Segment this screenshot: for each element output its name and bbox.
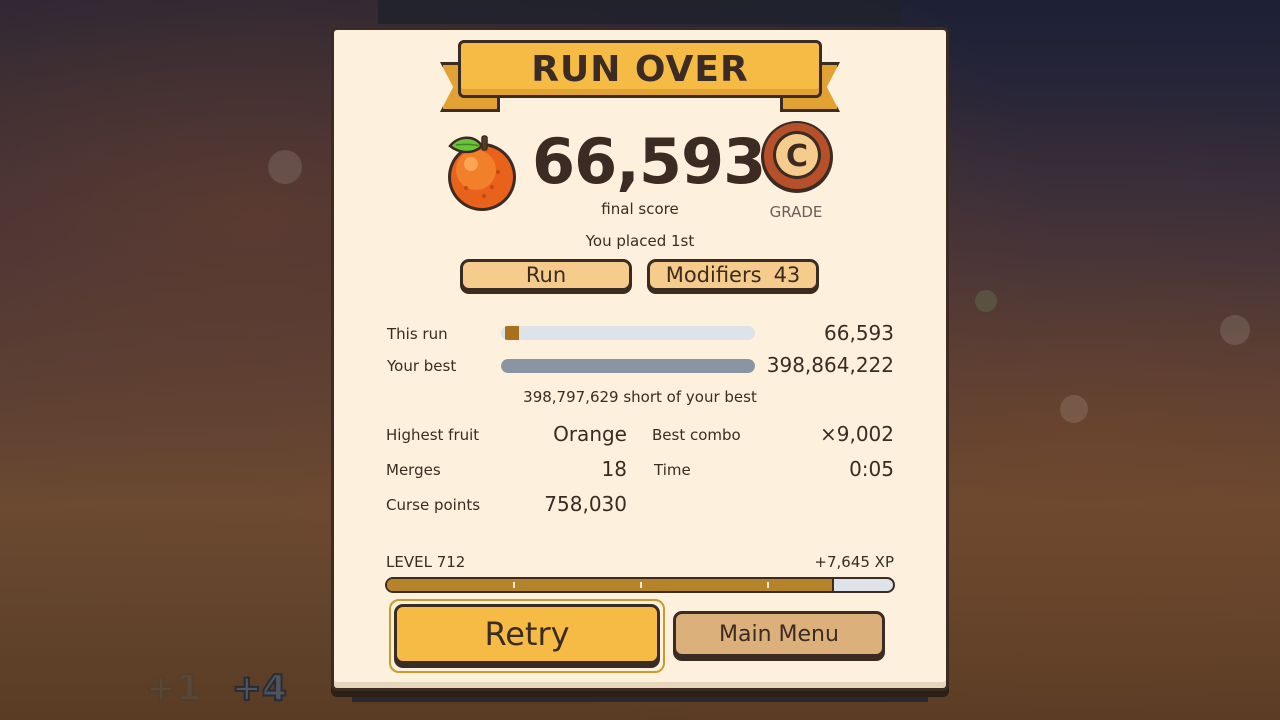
floating-number: +1 — [145, 667, 202, 710]
background-game-frame-bottom — [352, 690, 928, 702]
highest-fruit-label: Highest fruit — [386, 426, 480, 444]
best-combo-value: ×9,002 — [819, 422, 894, 446]
this-run-value: 66,593 — [824, 321, 894, 345]
your-best-value: 398,864,222 — [766, 353, 894, 377]
short-of-best-text: 398,797,629 short of your best — [523, 388, 757, 406]
page-title: RUN OVER — [531, 48, 749, 90]
background-game-frame-top — [378, 0, 902, 24]
orange-icon — [448, 135, 516, 211]
final-score-label: final score — [601, 200, 679, 218]
background-sparkle — [975, 290, 997, 312]
curse-points-value: 758,030 — [544, 492, 627, 516]
floating-score-popups: +1 +4 — [145, 667, 288, 710]
retry-button[interactable]: Retry — [394, 604, 660, 664]
title-ribbon: RUN OVER — [440, 40, 840, 116]
level-label: LEVEL 712 — [386, 553, 466, 571]
this-run-bar-fill — [505, 326, 519, 340]
background-sparkle — [1060, 395, 1088, 423]
placement-text: You placed 1st — [585, 232, 695, 250]
grade-letter: C — [786, 139, 808, 174]
xp-gain-label: +7,645 XP — [814, 553, 894, 571]
curse-points-label: Curse points — [386, 496, 481, 514]
xp-tick — [767, 582, 769, 588]
your-best-label: Your best — [387, 357, 457, 375]
tab-run-label: Run — [525, 263, 567, 287]
ribbon-banner: RUN OVER — [458, 40, 822, 98]
tab-run[interactable]: Run — [460, 259, 632, 291]
background-sparkle — [1220, 315, 1250, 345]
background-sparkle — [268, 150, 302, 184]
grade-label: GRADE — [769, 203, 823, 221]
merges-value: 18 — [601, 457, 627, 481]
tab-modifiers[interactable]: Modifiers 43 — [647, 259, 819, 291]
grade-badge: C — [761, 121, 833, 193]
time-label: Time — [654, 461, 691, 479]
xp-tick — [513, 582, 515, 588]
xp-tick — [640, 582, 642, 588]
final-score-value: 66,593 — [532, 125, 766, 198]
main-menu-button[interactable]: Main Menu — [673, 611, 885, 657]
highest-fruit-value: Orange — [553, 422, 627, 446]
tab-modifiers-label: Modifiers — [665, 263, 762, 287]
xp-progress-bar — [385, 577, 895, 593]
floating-number: +4 — [231, 667, 288, 710]
main-menu-button-label: Main Menu — [719, 621, 839, 647]
time-value: 0:05 — [849, 457, 894, 481]
best-combo-label: Best combo — [652, 426, 741, 444]
retry-button-label: Retry — [484, 615, 570, 653]
merges-label: Merges — [386, 461, 441, 479]
this-run-label: This run — [387, 325, 448, 343]
modifiers-count: 43 — [773, 263, 801, 287]
